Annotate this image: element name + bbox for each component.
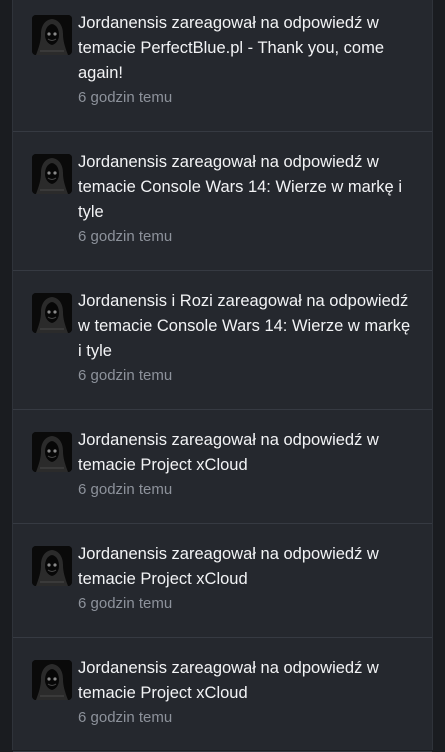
avatar[interactable] [32,546,72,586]
hooded-figure-icon [32,660,72,700]
notification-text: Jordanensis i Rozi zareagował na odpowie… [78,292,411,360]
notification-item[interactable]: Jordanensis zareagował na odpowiedź w te… [13,410,432,524]
notification-text: Jordanensis zareagował na odpowiedź w te… [78,431,379,474]
avatar[interactable] [32,293,72,333]
hooded-figure-icon [32,15,72,55]
page-edge-right [433,0,445,750]
notification-time: 6 godzin temu [78,367,173,384]
avatar[interactable] [32,154,72,194]
notification-item[interactable]: Jordanensis zareagował na odpowiedź w te… [13,638,432,752]
notification-list: Jordanensis zareagował na odpowiedź w te… [12,0,433,752]
notification-item[interactable]: Jordanensis zareagował na odpowiedź w te… [13,524,432,638]
hooded-figure-icon [32,293,72,333]
notification-text: Jordanensis zareagował na odpowiedź w te… [78,545,379,588]
notification-time: 6 godzin temu [78,481,173,498]
notification-item[interactable]: Jordanensis zareagował na odpowiedź w te… [13,132,432,271]
hooded-figure-icon [32,432,72,472]
notification-item[interactable]: Jordanensis zareagował na odpowiedź w te… [13,0,432,132]
notification-text: Jordanensis zareagował na odpowiedź w te… [78,153,402,221]
notification-text: Jordanensis zareagował na odpowiedź w te… [78,659,379,702]
avatar[interactable] [32,15,72,55]
notification-text: Jordanensis zareagował na odpowiedź w te… [78,14,385,82]
notification-item[interactable]: Jordanensis i Rozi zareagował na odpowie… [13,271,432,410]
notification-time: 6 godzin temu [78,228,173,245]
hooded-figure-icon [32,546,72,586]
avatar[interactable] [32,660,72,700]
hooded-figure-icon [32,154,72,194]
notification-time: 6 godzin temu [78,709,173,726]
page-edge-left [0,0,12,750]
notification-time: 6 godzin temu [78,595,173,612]
notification-time: 6 godzin temu [78,89,173,106]
avatar[interactable] [32,432,72,472]
